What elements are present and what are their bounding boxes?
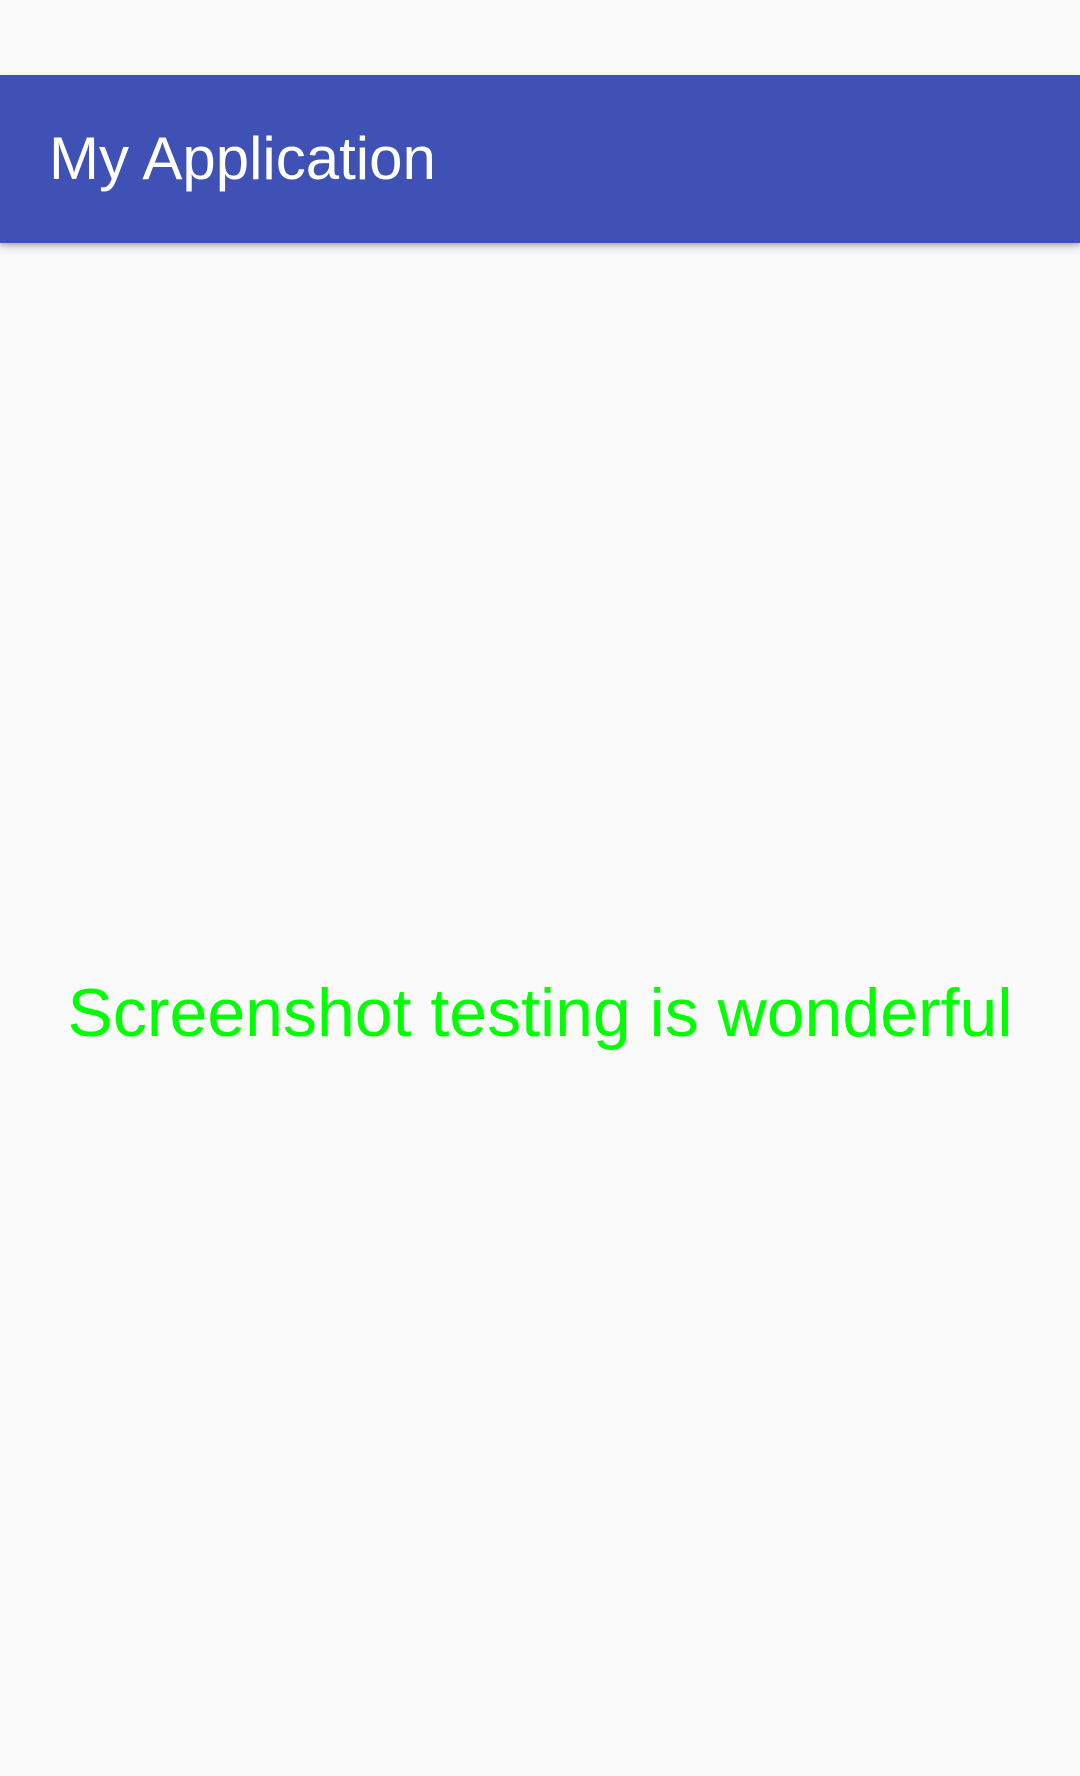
app-bar: My Application xyxy=(0,75,1080,243)
main-content: Screenshot testing is wonderful xyxy=(0,243,1080,1776)
message-text: Screenshot testing is wonderful xyxy=(67,975,1013,1051)
app-title: My Application xyxy=(49,125,436,192)
status-bar xyxy=(0,0,1080,75)
